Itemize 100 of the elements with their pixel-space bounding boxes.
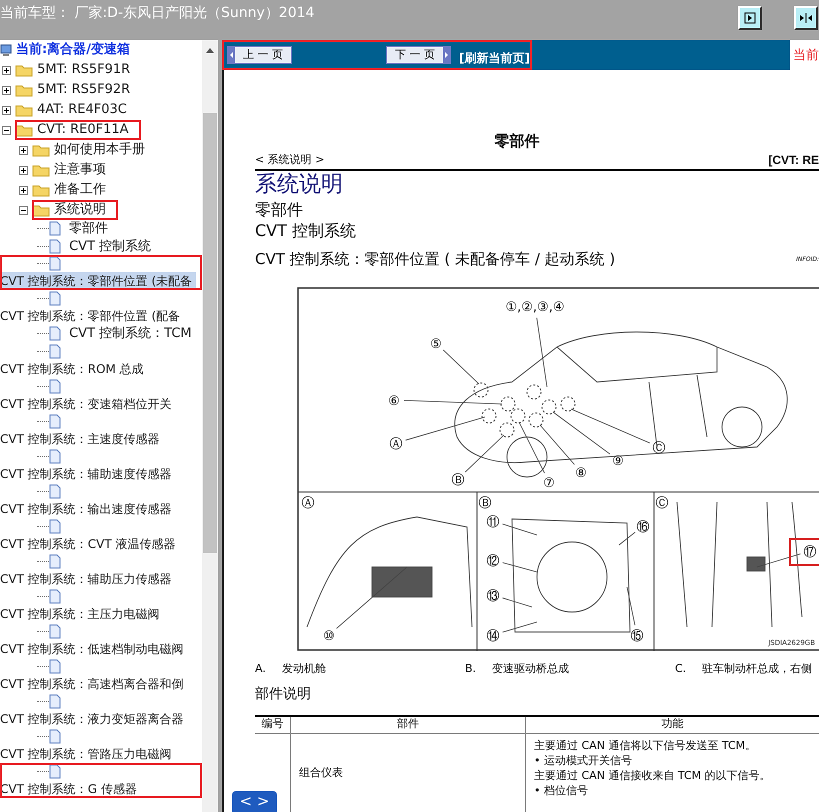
- tree-page-item[interactable]: CVT 控制系统：主速度传感器: [0, 412, 202, 448]
- tree-page-item[interactable]: CVT 控制系统：高速档离合器和倒: [0, 658, 202, 692]
- computer-icon: [0, 43, 12, 57]
- document-icon: [49, 728, 62, 744]
- collapse-icon[interactable]: [2, 126, 12, 134]
- expand-icon[interactable]: [2, 106, 12, 114]
- callout-label: ⑰: [756, 538, 819, 567]
- split-icon: [799, 12, 813, 24]
- tree-page-item[interactable]: CVT 控制系统：管路压力电磁阀: [0, 728, 202, 762]
- callout-label: ⑯: [618, 520, 650, 545]
- folder-icon: [32, 203, 50, 217]
- section-heading: 系统说明: [255, 170, 344, 198]
- folder-icon: [15, 103, 34, 117]
- callout-label: ⑥: [388, 394, 502, 408]
- callout-label: ⑪: [486, 514, 538, 535]
- subheading: CVT 控制系统: [255, 220, 357, 240]
- callout-label: ⑫: [486, 554, 538, 572]
- page-title: 零部件: [494, 131, 540, 152]
- scroll-up-icon[interactable]: [206, 47, 214, 53]
- breadcrumb: < 系统说明 >: [255, 152, 324, 168]
- header-title: 当前车型： 厂家:D-东风日产阳光（Sunny）2014: [0, 4, 314, 23]
- tree-page-item[interactable]: CVT 控制系统：变速箱档位开关: [0, 378, 202, 412]
- caption-text: 驻车制动杆总成，右侧: [702, 661, 812, 678]
- document-icon: [49, 256, 62, 272]
- document-icon: [49, 448, 62, 464]
- tree-page-item[interactable]: CVT 控制系统：辅助速度传感器: [0, 448, 202, 482]
- document-icon: [49, 238, 62, 254]
- tree-page-item[interactable]: CVT 控制系统：CVT 液温传感器: [0, 518, 202, 552]
- function-text: 主要通过 CAN 通信接收来自 TCM 的以下信号。: [534, 768, 772, 782]
- callout-label: ⑤: [430, 336, 480, 384]
- folder-icon: [15, 123, 34, 137]
- refresh-page-link[interactable]: [刷新当前页]: [459, 49, 530, 67]
- folder-icon: [32, 143, 50, 157]
- function-text: • 档位信号: [534, 782, 589, 798]
- tree-folder-item[interactable]: CVT: RE0F11A: [15, 120, 141, 140]
- previous-page-button[interactable]: 上 一 页: [227, 46, 292, 64]
- document-icon: [49, 588, 62, 604]
- document-icon: [49, 326, 62, 342]
- folder-icon: [32, 163, 50, 177]
- document-icon: [49, 221, 62, 236]
- tree-page-item[interactable]: CVT 控制系统：主压力电磁阀: [0, 588, 202, 622]
- location-marker: [500, 396, 516, 411]
- expand-icon[interactable]: [19, 146, 28, 154]
- document-icon: [49, 518, 62, 534]
- expand-icon[interactable]: [19, 166, 28, 174]
- tree-folder-item[interactable]: 注意事项: [32, 160, 118, 180]
- collapse-icon[interactable]: [19, 206, 28, 214]
- callout-label: ⑮: [626, 586, 644, 644]
- tree-page-item[interactable]: CVT 控制系统：TCM: [49, 324, 200, 344]
- tree-root-label[interactable]: 当前:离合器/变速箱: [16, 40, 130, 60]
- tree-page-item[interactable]: CVT 控制系统：ROM 总成: [0, 342, 202, 378]
- expand-icon: [744, 12, 756, 24]
- next-page-button[interactable]: 下 一 页: [386, 46, 452, 64]
- document-icon: [49, 291, 62, 306]
- tree-page-item[interactable]: CVT 控制系统：低速档制动电磁阀: [0, 622, 202, 658]
- tree-page-item[interactable]: CVT 控制系统：辅助压力传感器: [0, 552, 202, 588]
- scroll-thumb[interactable]: [203, 113, 217, 553]
- caption-letter: B.: [465, 661, 476, 678]
- function-text: 主要通过 CAN 通信将以下信号发送至 TCM。: [534, 738, 758, 752]
- page-nav-button[interactable]: < >: [232, 791, 277, 812]
- tree-folder-item[interactable]: 5MT: RS5F92R: [15, 80, 142, 100]
- document-icon: [49, 378, 62, 394]
- caption-letter: C.: [675, 661, 686, 678]
- folder-icon: [15, 83, 34, 97]
- tree-folder-item[interactable]: 4AT: RE4F03C: [15, 100, 139, 120]
- document-icon: [49, 658, 62, 674]
- column-header: 功能: [525, 716, 819, 732]
- topic-heading: CVT 控制系统：零部件位置 ( 未配备停车 / 起动系统 ): [255, 249, 616, 270]
- tree-folder-item[interactable]: 系统说明: [32, 200, 118, 220]
- subheading: 零部件: [255, 198, 304, 220]
- tree-page-item[interactable]: CVT 控制系统：输出速度传感器: [0, 482, 202, 518]
- callout-label: ⑭: [486, 621, 538, 644]
- location-marker: [526, 384, 542, 399]
- tree-page-item[interactable]: CVT 控制系统: [49, 236, 160, 256]
- tree-folder-item[interactable]: 5MT: RS5F91R: [15, 60, 142, 80]
- expand-icon[interactable]: [2, 66, 12, 74]
- expand-icon[interactable]: [2, 86, 12, 94]
- document-icon: [49, 694, 62, 709]
- expand-icon[interactable]: [19, 186, 28, 194]
- current-page-label: 当前: [793, 47, 819, 65]
- document-icon: [49, 764, 62, 779]
- callout-label: Ⓑ: [478, 496, 492, 510]
- location-marker: [482, 408, 496, 423]
- callout-label: Ⓒ: [656, 496, 668, 510]
- tree-folder-item[interactable]: 如何使用本手册: [32, 140, 158, 160]
- tree-page-item[interactable]: CVT 控制系统：零部件位置 (配备: [0, 290, 202, 325]
- tree-folder-item[interactable]: 准备工作: [32, 180, 118, 200]
- expand-panel-button[interactable]: [738, 6, 762, 30]
- location-marker: [528, 412, 544, 427]
- document-icon: [49, 344, 62, 359]
- column-header: 部件: [290, 716, 525, 732]
- callout-label: Ⓐ: [302, 496, 314, 510]
- scrollbar[interactable]: [202, 40, 218, 812]
- tree-page-item[interactable]: 零部件: [49, 219, 116, 238]
- callout-label: ⑬: [486, 588, 532, 607]
- function-text: • 运动模式开关信号: [534, 752, 633, 768]
- location-marker: [560, 396, 576, 411]
- tree-page-item[interactable]: CVT 控制系统：液力变矩器离合器: [0, 692, 202, 728]
- split-panel-button[interactable]: [794, 6, 818, 30]
- folder-icon: [32, 183, 50, 197]
